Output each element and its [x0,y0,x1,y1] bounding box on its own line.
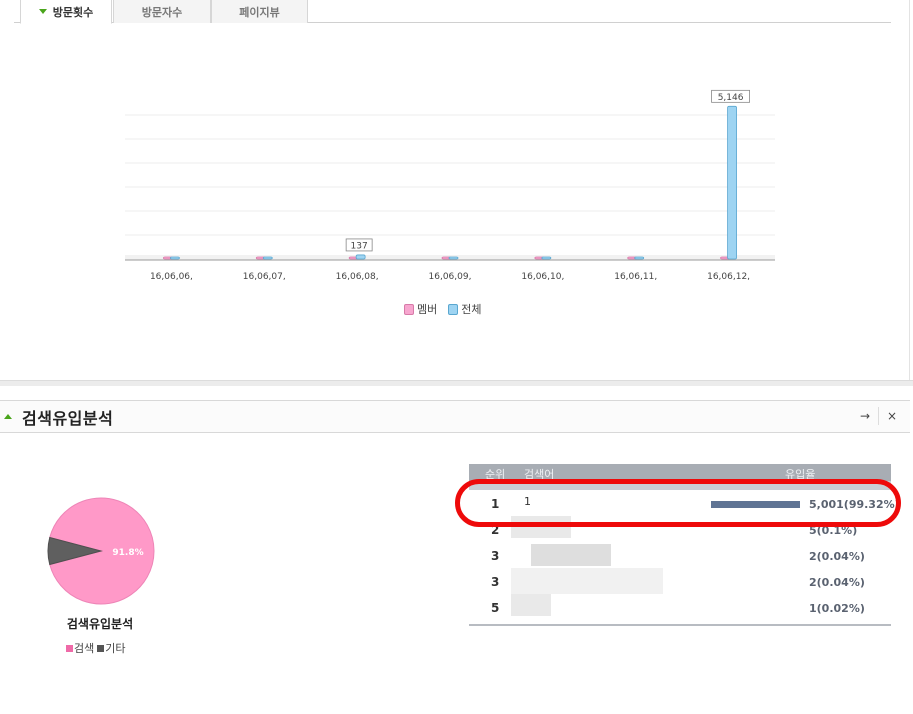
chart-x-tick-label: 16,06,11, [614,272,657,282]
panel-controls: → × [855,407,902,425]
chart-bar [727,105,737,260]
panel-title: 검색유입분석 [22,408,114,428]
pie-percent-label: 91.8% [112,548,143,558]
pie-legend-item-other: 기타 [97,640,126,656]
chart-x-tick-label: 16,06,10, [521,272,564,282]
chart-gridlines [125,114,775,261]
legend-label-member: 멤버 [417,303,438,316]
row-rank: 3 [491,549,500,563]
chart-bar [170,256,180,260]
pie-legend-label-search: 검색 [74,642,95,655]
pie-legend-item-search: 검색 [66,640,94,656]
arrow-right-icon[interactable]: → [855,409,875,423]
search-inflow-panel-header: 검색유입분석 → × [0,400,910,433]
redacted-keyword [511,568,663,594]
chart-x-tick-labels: 16,06,06, 16,06,07, 16,06,08, 16,06,09, 16,0… [150,272,750,282]
chart-bar [541,256,552,260]
legend-item-total: 전체 [448,301,482,317]
search-inflow-pie-chart: 91.8% [47,497,155,605]
table-row[interactable]: 5 1(0.02%) [469,594,891,620]
tab-visitors-label: 방문자수 [141,5,183,19]
chart-x-tick-label: 16,06,08, [336,272,379,282]
chart-bar [448,256,459,260]
row-value: 1(0.02%) [809,602,865,615]
chart-data-label: 137 [351,241,368,251]
row-rank: 5 [491,601,500,615]
chart-legend: 멤버 전체 [404,301,487,317]
row-rank: 3 [491,575,500,589]
legend-label-total: 전체 [461,303,482,316]
redacted-keyword [511,594,551,616]
visits-bar-chart: 16,06,06, 16,06,07, 16,06,08, 16,06,09, 16,0… [125,89,775,282]
row-value: 2(0.04%) [809,550,865,563]
pie-title: 검색유입분석 [66,617,134,631]
chart-x-tick-label: 16,06,07, [243,272,286,282]
legend-item-member: 멤버 [404,301,437,317]
legend-swatch-member [404,303,414,315]
chart-data-label: 5,146 [718,93,744,103]
tab-visits-label: 방문횟수 [52,5,94,19]
tab-pageviews[interactable]: 페이지뷰 [211,0,308,23]
triangle-down-icon [38,9,47,14]
chart-x-tick-label: 16,06,09, [429,272,472,282]
pie-legend-swatch-other [97,645,105,652]
section-divider [0,380,913,386]
tab-visitors[interactable]: 방문자수 [113,0,211,23]
pie-legend: 검색 기타 [66,640,126,656]
caret-up-icon[interactable] [4,414,12,419]
pie-legend-label-other: 기타 [105,642,126,655]
chart-x-tick-label: 16,06,06, [150,272,193,282]
row-value: 2(0.04%) [809,576,865,589]
panel-right-border [909,0,910,384]
chart-bar [262,256,273,260]
chart-bar [355,254,366,260]
close-icon[interactable]: × [882,409,902,423]
legend-swatch-total [448,303,459,315]
highlight-ring-annotation [455,479,901,527]
redacted-keyword [531,544,611,566]
tab-visits[interactable]: 방문횟수 [20,0,112,24]
tab-pageviews-label: 페이지뷰 [239,5,280,19]
chart-x-tick-label: 16,06,12, [707,272,750,282]
chart-bar [634,256,645,260]
pie-legend-swatch-search [66,645,73,652]
controls-divider [878,407,879,425]
stats-tab-bar: 방문횟수 방문자수 페이지뷰 [14,0,891,24]
table-row[interactable]: 3 2(0.04%) [469,542,891,568]
table-bottom-rule [469,624,891,626]
table-row[interactable]: 3 2(0.04%) [469,568,891,594]
chart-bars [163,105,737,260]
